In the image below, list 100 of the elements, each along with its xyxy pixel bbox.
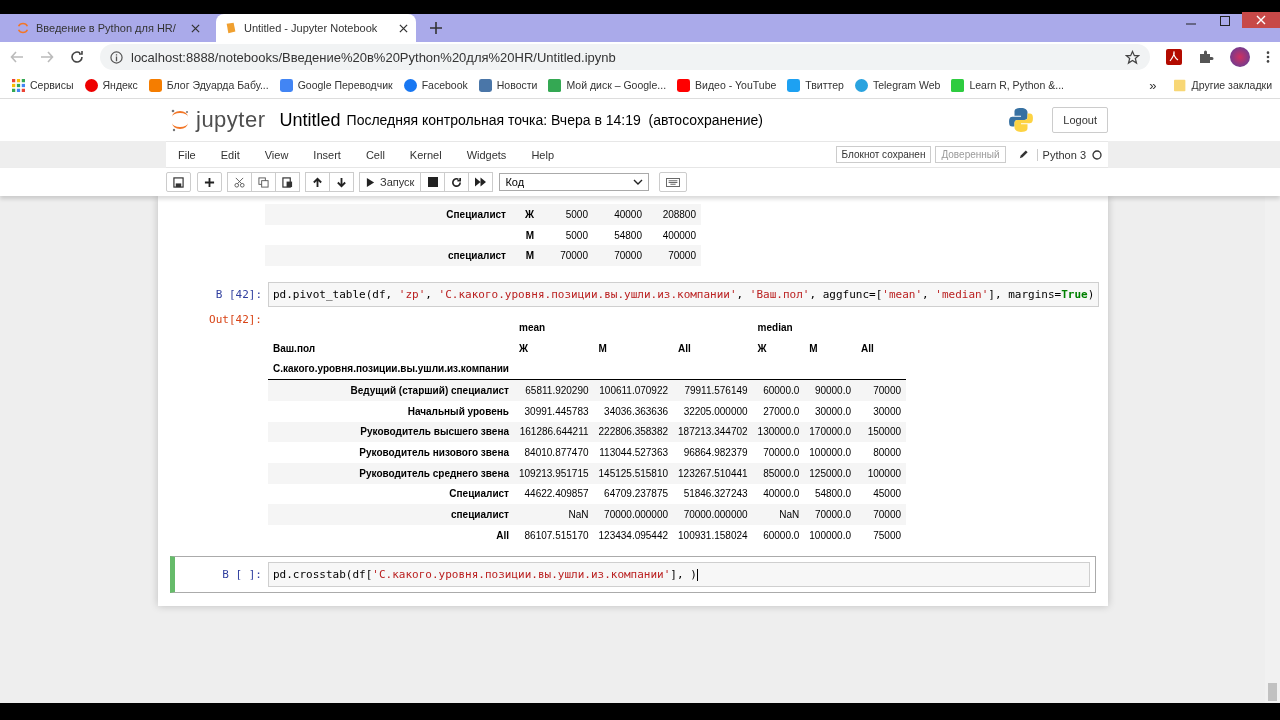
bookmark[interactable]: Сервисы <box>12 78 74 92</box>
browser-tab[interactable]: Untitled - Jupyter Notebook <box>216 14 416 42</box>
bookmark[interactable]: Яндекс <box>84 78 138 92</box>
new-tab-icon[interactable] <box>430 22 442 34</box>
table-cell: 30991.445783 <box>514 400 594 422</box>
paste-button[interactable] <box>275 172 300 192</box>
copy-icon <box>258 176 269 188</box>
table-cell: 161286.644211 <box>514 421 594 443</box>
other-bookmarks[interactable]: Другие закладки <box>1173 78 1272 92</box>
move-up-button[interactable] <box>305 172 330 192</box>
play-icon <box>366 177 375 187</box>
code-cell[interactable]: В [ ]: pd.crosstab(df['С.какого.уровня.позиции.вы.ушли.из.компании'], ) <box>170 555 1096 593</box>
column-header: mean <box>518 320 547 335</box>
kernel-idle-icon <box>1092 149 1102 160</box>
save-button[interactable] <box>166 172 191 192</box>
avatar[interactable] <box>1230 47 1250 67</box>
arrow-down-icon <box>336 176 347 188</box>
bookmark[interactable]: Мой диск – Google... <box>548 78 667 92</box>
close-icon[interactable] <box>399 23 408 33</box>
table-cell: 70000 <box>856 379 907 401</box>
table-cell: 65811.920290 <box>514 379 594 401</box>
code-editor[interactable]: pd.pivot_table(df, 'zp', 'С.какого.уровня.позиции.вы.ушли.из.компании', 'Ваш.пол', aggfunc=['mean', 'median'], margins=True) <box>268 282 1100 308</box>
checkpoint-text: Последняя контрольная точка: Вчера в 14:19 (автосохранение) <box>346 112 764 128</box>
table-cell: 113044.527363 <box>593 442 674 463</box>
table-cell: 123434.095442 <box>593 524 674 546</box>
table-cell: 90000.0 <box>804 379 857 401</box>
menu-item[interactable]: View <box>252 148 302 161</box>
site-icon <box>403 78 417 92</box>
scrollbar-thumb[interactable] <box>1268 683 1277 701</box>
table-cell: 125000.0 <box>804 462 857 484</box>
menu-item[interactable]: Help <box>519 148 567 161</box>
table-cell: 208800 <box>647 204 701 225</box>
pencil-icon[interactable] <box>1017 149 1029 160</box>
menu-item[interactable]: File <box>166 148 209 161</box>
index-cell: Руководитель среднего звена <box>268 462 514 484</box>
notebook-title[interactable]: Untitled <box>279 109 341 131</box>
bookmark[interactable]: Telegram Web <box>854 78 941 92</box>
puzzle-icon[interactable] <box>1198 49 1214 65</box>
menu-item[interactable]: Cell <box>353 148 398 161</box>
cell-type-dropdown[interactable]: Код <box>499 173 650 191</box>
menu-item[interactable]: Edit <box>208 148 253 161</box>
bookmark[interactable]: Блог Эдуарда Бабу... <box>148 78 269 92</box>
caret-icon <box>633 179 644 185</box>
table-cell: 79911.576149 <box>673 379 753 401</box>
url-text: localhost:8888/notebooks/Введение%20в%20Python%20для%20HR/Untitled.ipynb <box>131 49 617 65</box>
restart-button[interactable] <box>444 172 470 192</box>
table-cell: NaN <box>752 504 805 525</box>
table-cell: 100000.0 <box>804 524 857 546</box>
browser-tab[interactable]: Введение в Python для HR/ <box>8 14 208 42</box>
table-cell: 5000 <box>539 204 593 225</box>
fast-forward-button[interactable] <box>468 172 494 192</box>
star-icon[interactable] <box>1125 49 1140 65</box>
bookmark-label: Facebook <box>421 79 468 91</box>
bookmark-label: Твиттер <box>805 79 844 91</box>
spinner-icon <box>16 21 30 35</box>
table-cell: 70000.000000 <box>673 504 753 525</box>
pdf-icon[interactable] <box>1166 49 1182 65</box>
table-cell: 40000.0 <box>752 483 805 505</box>
bookmark[interactable]: Видео - YouTube <box>677 78 777 92</box>
index-cell: Ведущий (старший) специалист <box>268 379 514 401</box>
index-cell: Ж <box>511 204 539 225</box>
table-cell: 130000.0 <box>752 421 805 443</box>
bookmark[interactable]: Google Переводчик <box>279 78 393 92</box>
table-cell: 100000.0 <box>804 442 857 463</box>
bookmark[interactable]: Facebook <box>403 78 468 92</box>
bookmark[interactable]: Learn R, Python &... <box>951 78 1064 92</box>
table-cell: 44622.409857 <box>514 483 594 505</box>
run-button[interactable]: Запуск <box>359 172 422 192</box>
index-cell: Руководитель низового звена <box>268 442 514 463</box>
cut-button[interactable] <box>227 172 252 192</box>
bookmark-label: Блог Эдуарда Бабу... <box>166 79 269 91</box>
reload-icon[interactable] <box>70 50 84 64</box>
menu-icon[interactable] <box>1266 50 1270 64</box>
table-cell: 32205.000000 <box>673 400 753 422</box>
menu-item[interactable]: Insert <box>301 148 354 161</box>
table-cell: 123267.510441 <box>673 462 753 484</box>
menu-item[interactable]: Kernel <box>397 148 455 161</box>
copy-button[interactable] <box>251 172 276 192</box>
stop-button[interactable] <box>420 172 446 192</box>
maximize-icon[interactable] <box>1220 16 1230 26</box>
address-bar[interactable]: localhost:8888/notebooks/Введение%20в%20Python%20для%20HR/Untitled.ipynb <box>100 44 1150 70</box>
table-cell: 27000.0 <box>752 400 805 422</box>
move-down-button[interactable] <box>329 172 354 192</box>
keyboard-button[interactable] <box>659 172 688 192</box>
code-editor[interactable]: pd.crosstab(df['С.какого.уровня.позиции.вы.ушли.из.компании'], ) <box>268 561 1090 587</box>
close-icon[interactable] <box>191 23 200 33</box>
table-cell: 75000 <box>856 524 907 546</box>
table-cell: 40000 <box>593 204 647 225</box>
close-window-button[interactable] <box>1242 12 1280 28</box>
python-logo-icon <box>1008 107 1035 133</box>
menu-item[interactable]: Widgets <box>454 148 520 161</box>
bookmark[interactable]: Твиттер <box>787 78 844 92</box>
column-header: Ж <box>518 341 530 356</box>
insert-cell-button[interactable] <box>197 172 222 192</box>
folder-icon <box>1173 78 1187 92</box>
more-bookmarks-button[interactable]: » <box>1149 77 1157 93</box>
table-cell: 70000.000000 <box>593 504 674 525</box>
bookmark[interactable]: Новости <box>478 78 538 92</box>
logout-button[interactable]: Logout <box>1052 107 1108 133</box>
kernel-name: Python 3 <box>1036 148 1086 161</box>
